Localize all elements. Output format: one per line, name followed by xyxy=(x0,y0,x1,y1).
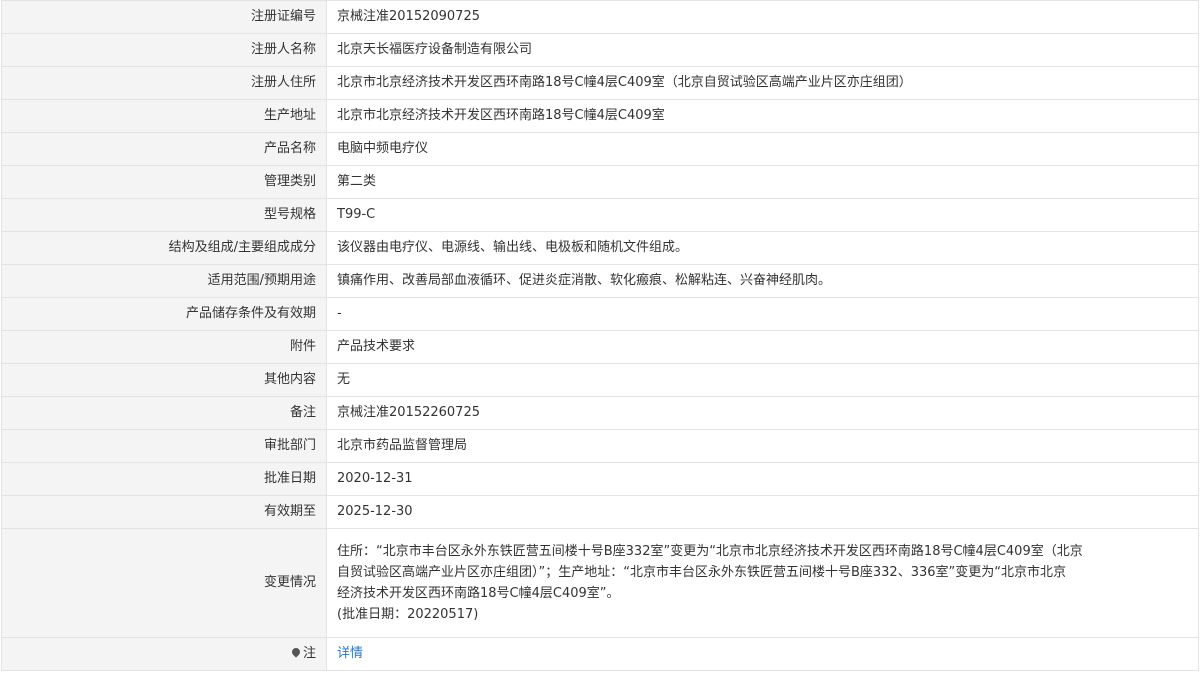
change-history-text: 住所：“北京市丰台区永外东铁匠营五间楼十号B座332室”变更为“北京市北京经济技… xyxy=(326,528,1199,638)
row-label: 注册证编号 xyxy=(1,0,327,34)
row-storage-validity: 产品储存条件及有效期 - xyxy=(1,297,1199,331)
row-value: 该仪器由电疗仪、电源线、输出线、电极板和随机文件组成。 xyxy=(326,231,1199,265)
row-approval-department: 审批部门 北京市药品监督管理局 xyxy=(1,429,1199,463)
row-value: 镇痛作用、改善局部血液循环、促进炎症消散、软化瘢痕、松解粘连、兴奋神经肌肉。 xyxy=(326,264,1199,298)
row-value: 北京市北京经济技术开发区西环南路18号C幢4层C409室 xyxy=(326,99,1199,133)
row-valid-until: 有效期至 2025-12-30 xyxy=(1,495,1199,529)
row-label: 产品储存条件及有效期 xyxy=(1,297,327,331)
row-value: 无 xyxy=(326,363,1199,397)
row-production-address: 生产地址 北京市北京经济技术开发区西环南路18号C幢4层C409室 xyxy=(1,99,1199,133)
row-value: 产品技术要求 xyxy=(326,330,1199,364)
note-label-cell: 注 xyxy=(1,637,327,671)
row-registration-number: 注册证编号 京械注准20152090725 xyxy=(1,0,1199,34)
row-model-spec: 型号规格 T99-C xyxy=(1,198,1199,232)
row-label: 注册人名称 xyxy=(1,33,327,67)
change-line: 自贸试验区高端产业片区亦庄组团）”；生产地址：“北京市丰台区永外东铁匠营五间楼十… xyxy=(337,565,1066,580)
row-label: 适用范围/预期用途 xyxy=(1,264,327,298)
row-label: 批准日期 xyxy=(1,462,327,496)
detail-rows: 注册证编号 京械注准20152090725 注册人名称 北京天长福医疗设备制造有… xyxy=(1,0,1199,671)
row-value: 2020-12-31 xyxy=(326,462,1199,496)
row-other-content: 其他内容 无 xyxy=(1,363,1199,397)
row-change-history: 变更情况 住所：“北京市丰台区永外东铁匠营五间楼十号B座332室”变更为“北京市… xyxy=(1,528,1199,638)
note-label: 注 xyxy=(302,646,316,661)
row-note: 注 详情 xyxy=(1,637,1199,671)
row-label: 变更情况 xyxy=(1,528,327,638)
row-label: 型号规格 xyxy=(1,198,327,232)
change-line: (批准日期：20220517) xyxy=(337,607,479,622)
row-value: 北京天长福医疗设备制造有限公司 xyxy=(326,33,1199,67)
row-attachment: 附件 产品技术要求 xyxy=(1,330,1199,364)
row-value: 北京市药品监督管理局 xyxy=(326,429,1199,463)
row-value: 京械注准20152090725 xyxy=(326,0,1199,34)
details-link[interactable]: 详情 xyxy=(337,646,363,661)
registration-detail-table: 注册证编号 京械注准20152090725 注册人名称 北京天长福医疗设备制造有… xyxy=(1,0,1199,671)
row-label: 其他内容 xyxy=(1,363,327,397)
change-line: 经济技术开发区西环南路18号C幢4层C409室”。 xyxy=(337,586,620,601)
row-label: 管理类别 xyxy=(1,165,327,199)
row-label: 附件 xyxy=(1,330,327,364)
row-intended-use: 适用范围/预期用途 镇痛作用、改善局部血液循环、促进炎症消散、软化瘢痕、松解粘连… xyxy=(1,264,1199,298)
row-remarks: 备注 京械注准20152260725 xyxy=(1,396,1199,430)
row-value: 电脑中频电疗仪 xyxy=(326,132,1199,166)
row-management-category: 管理类别 第二类 xyxy=(1,165,1199,199)
row-label: 注册人住所 xyxy=(1,66,327,100)
note-value-cell: 详情 xyxy=(326,637,1199,671)
row-value: 北京市北京经济技术开发区西环南路18号C幢4层C409室（北京自贸试验区高端产业… xyxy=(326,66,1199,100)
row-structure-composition: 结构及组成/主要组成成分 该仪器由电疗仪、电源线、输出线、电极板和随机文件组成。 xyxy=(1,231,1199,265)
row-value: T99-C xyxy=(326,198,1199,232)
row-label: 结构及组成/主要组成成分 xyxy=(1,231,327,265)
row-value: 京械注准20152260725 xyxy=(326,396,1199,430)
row-label: 生产地址 xyxy=(1,99,327,133)
row-registrant-name: 注册人名称 北京天长福医疗设备制造有限公司 xyxy=(1,33,1199,67)
row-label: 产品名称 xyxy=(1,132,327,166)
row-approval-date: 批准日期 2020-12-31 xyxy=(1,462,1199,496)
row-value: 第二类 xyxy=(326,165,1199,199)
row-registrant-address: 注册人住所 北京市北京经济技术开发区西环南路18号C幢4层C409室（北京自贸试… xyxy=(1,66,1199,100)
row-product-name: 产品名称 电脑中频电疗仪 xyxy=(1,132,1199,166)
row-label: 备注 xyxy=(1,396,327,430)
change-line: 住所：“北京市丰台区永外东铁匠营五间楼十号B座332室”变更为“北京市北京经济技… xyxy=(337,544,1083,559)
row-value: 2025-12-30 xyxy=(326,495,1199,529)
row-label: 审批部门 xyxy=(1,429,327,463)
row-label: 有效期至 xyxy=(1,495,327,529)
pin-icon xyxy=(290,646,302,658)
row-value: - xyxy=(326,297,1199,331)
